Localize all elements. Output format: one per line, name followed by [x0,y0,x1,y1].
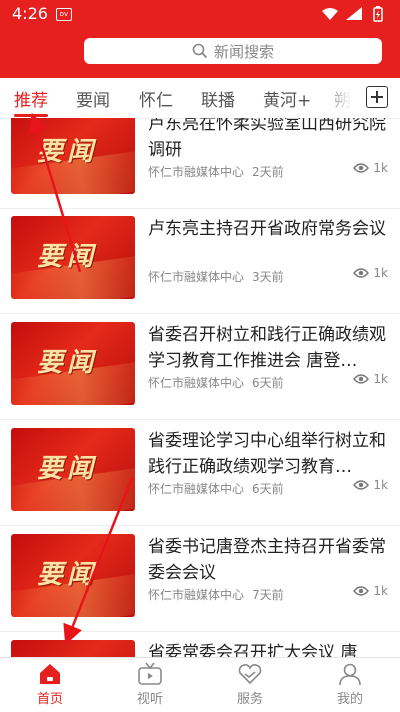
news-thumbnail: 要闻 [11,216,135,299]
nav-home[interactable]: 首页 [20,662,80,707]
news-meta: 怀仁市融媒体中心 3天前 [148,268,284,285]
category-tabs: 推荐 要闻 怀仁 联播 黄河+ 朔州 [0,78,400,119]
news-item[interactable]: 要闻 省委召开树立和践行正确政绩观学习教育工作推进会 唐登… 怀仁市融媒体中心 6… [0,314,400,420]
nav-services[interactable]: 服务 [220,662,280,707]
news-time: 3天前 [252,270,284,284]
tab-recommend[interactable]: 推荐 [14,86,48,111]
bottom-nav: 首页 视听 服务 我的 [0,657,400,712]
news-item[interactable]: 要闻 卢东亮在怀柔实验室山西研究院调研 怀仁市融媒体中心 2天前 1k [0,118,400,209]
news-item[interactable]: 要闻 省委书记唐登杰主持召开省委常委会会议 怀仁市融媒体中心 7天前 1k [0,526,400,632]
tab-huairen[interactable]: 怀仁 [139,86,173,111]
eye-icon [353,163,370,173]
news-title: 省委常委会召开扩大会议 唐登… [148,643,358,657]
news-feed[interactable]: 要闻 卢东亮在怀柔实验室山西研究院调研 怀仁市融媒体中心 2天前 1k 要闻 卢东… [0,118,400,657]
nav-profile[interactable]: 我的 [320,662,380,707]
news-meta: 怀仁市融媒体中心 6天前 [148,480,284,497]
news-source: 怀仁市融媒体中心 [148,482,245,496]
news-source: 怀仁市融媒体中心 [148,270,245,284]
news-time: 7天前 [252,588,284,602]
news-title: 省委理论学习中心组举行树立和践行正确政绩观学习教育… [148,431,386,477]
view-count: 1k [353,161,388,175]
tab-yellow-river[interactable]: 黄河+ [263,86,311,111]
nav-video[interactable]: 视听 [120,662,180,707]
news-thumbnail: 要闻 [11,640,135,657]
status-icons [318,6,390,26]
wifi-icon [322,8,338,20]
news-time: 2天前 [252,165,284,179]
status-time: 4:26 [12,4,48,23]
news-thumbnail: 要闻 [11,322,135,405]
eye-icon [353,374,370,384]
search-icon [192,43,208,59]
view-count: 1k [353,478,388,492]
eye-icon [353,268,370,278]
tv-icon [138,662,162,685]
news-item[interactable]: 要闻 省委常委会召开扩大会议 唐登… [0,632,400,657]
news-source: 怀仁市融媒体中心 [148,165,245,179]
tab-key-news[interactable]: 要闻 [76,86,110,111]
news-thumbnail: 要闻 [11,534,135,617]
news-item[interactable]: 要闻 省委理论学习中心组举行树立和践行正确政绩观学习教育… 怀仁市融媒体中心 6天… [0,420,400,526]
signal-icon [346,7,362,20]
view-count: 1k [353,584,388,598]
view-count: 1k [353,266,388,280]
news-title: 卢东亮在怀柔实验室山西研究院调研 [148,118,386,160]
notification-icon: ᴅᴠ [56,8,72,21]
news-thumbnail: 要闻 [11,118,135,194]
news-thumbnail: 要闻 [11,428,135,511]
news-time: 6天前 [252,376,284,390]
user-icon [339,663,361,686]
news-title: 省委书记唐登杰主持召开省委常委会会议 [148,537,386,583]
news-meta: 怀仁市融媒体中心 2天前 [148,163,284,180]
add-tab-icon[interactable] [366,86,388,108]
news-meta: 怀仁市融媒体中心 6天前 [148,374,284,391]
tab-fade [318,78,366,118]
status-bar: 4:26 ᴅᴠ [0,0,400,28]
heart-icon [238,664,262,685]
news-source: 怀仁市融媒体中心 [148,376,245,390]
news-source: 怀仁市融媒体中心 [148,588,245,602]
app-header: 新闻搜索 [0,28,400,78]
home-icon [40,664,60,684]
eye-icon [353,586,370,596]
view-count: 1k [353,372,388,386]
news-item[interactable]: 要闻 卢东亮主持召开省政府常务会议 怀仁市融媒体中心 3天前 1k [0,208,400,314]
tab-broadcast[interactable]: 联播 [201,86,235,111]
news-title: 省委召开树立和践行正确政绩观学习教育工作推进会 唐登… [148,325,386,371]
eye-icon [353,480,370,490]
news-title: 卢东亮主持召开省政府常务会议 [148,219,386,239]
active-tab-indicator [14,114,48,117]
search-placeholder: 新闻搜索 [213,42,274,61]
news-meta: 怀仁市融媒体中心 7天前 [148,586,284,603]
news-time: 6天前 [252,482,284,496]
battery-icon [373,6,383,22]
search-input[interactable]: 新闻搜索 [84,38,382,64]
